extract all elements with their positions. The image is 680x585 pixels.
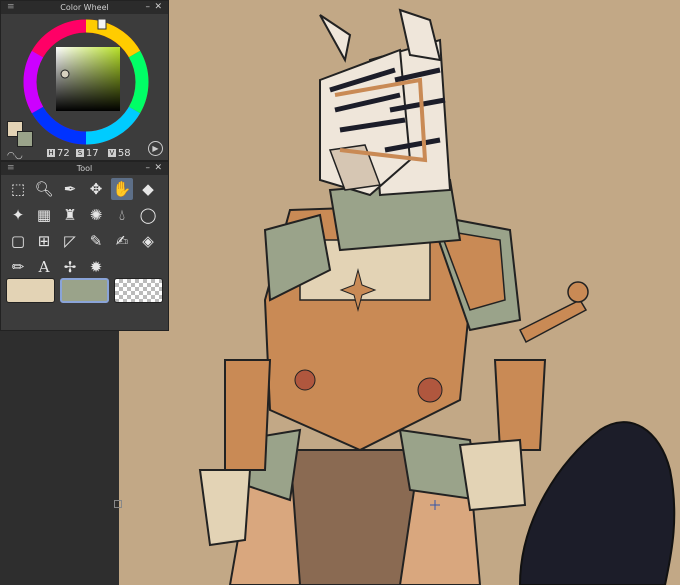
eyedropper-icon[interactable]: ✒ (59, 178, 81, 200)
hue-marker[interactable] (97, 19, 107, 30)
zoom-icon[interactable]: 🔍︎ (33, 178, 55, 200)
panel-menu-icon[interactable]: ≡ (7, 1, 15, 14)
close-icon[interactable]: ✕ (154, 162, 162, 175)
color-mixing-icon[interactable]: ✢ (59, 256, 81, 278)
fill-icon[interactable]: ◈ (137, 230, 159, 252)
dock-resize-handle[interactable] (114, 500, 122, 508)
hue-ring[interactable] (23, 19, 149, 145)
transparent-color-icon[interactable]: ◠◡ (7, 151, 23, 161)
rect-select-icon[interactable]: ▢ (7, 230, 29, 252)
panel-menu-icon[interactable]: ≡ (7, 162, 15, 175)
fill-bucket-icon[interactable]: ♜ (59, 204, 81, 226)
move-icon[interactable]: ✥ (85, 178, 107, 200)
color-wheel-titlebar: ≡ Color Wheel – ✕ (1, 1, 168, 14)
color-wheel-title: Color Wheel (60, 3, 109, 12)
play-icon[interactable]: ▶ (148, 141, 163, 156)
sub-color-swatch[interactable] (17, 131, 33, 147)
sub-color-tile[interactable] (60, 278, 109, 303)
tool-titlebar: ≡ Tool – ✕ (1, 162, 168, 175)
sparkle-icon[interactable]: ✦ (7, 204, 29, 226)
main-color-tile[interactable] (6, 278, 55, 303)
transparent-color-tile[interactable] (114, 278, 163, 303)
hue-value: 72 (57, 148, 70, 159)
pen-icon[interactable]: ✎ (85, 230, 107, 252)
pencil-icon[interactable]: ✏ (7, 256, 29, 278)
transform-icon[interactable]: ⊞ (33, 230, 55, 252)
hue-label: H (47, 149, 55, 157)
gradient-icon[interactable]: ▦ (33, 204, 55, 226)
text-icon[interactable]: A (33, 256, 55, 278)
close-icon[interactable]: ✕ (154, 1, 162, 14)
lasso-icon[interactable]: ◯ (137, 204, 159, 226)
blur-icon[interactable]: 💧︎ (111, 204, 133, 226)
burst-icon[interactable]: ✺ (85, 204, 107, 226)
brush-icon[interactable]: ✍︎ (111, 230, 133, 252)
saturation-label: S (75, 149, 84, 157)
eraser-icon[interactable]: ◆ (137, 178, 159, 200)
minimize-icon[interactable]: – (146, 162, 151, 175)
color-wheel-panel: ≡ Color Wheel – ✕ ◠◡ H 72 S 17 V 58 ▶ (0, 0, 169, 161)
tool-title: Tool (76, 164, 93, 173)
minimize-icon[interactable]: – (146, 1, 151, 14)
decoration-icon[interactable]: ✹ (85, 256, 107, 278)
hsv-readout: H 72 S 17 V 58 (47, 148, 131, 159)
select-layer-icon[interactable]: ⬚ (7, 178, 29, 200)
value-value: 58 (117, 148, 131, 159)
tool-panel: ≡ Tool – ✕ ⬚ 🔍︎ ✒ ✥ ✋ ◆ ✦ ▦ ♜ ✺ 💧︎ ◯ ▢ ⊞… (0, 161, 169, 331)
value-label: V (107, 149, 116, 157)
color-picker-marker[interactable] (60, 69, 70, 79)
saturation-value: 17 (85, 148, 99, 159)
hand-icon[interactable]: ✋ (111, 178, 133, 200)
ruler-icon[interactable]: ◸ (59, 230, 81, 252)
